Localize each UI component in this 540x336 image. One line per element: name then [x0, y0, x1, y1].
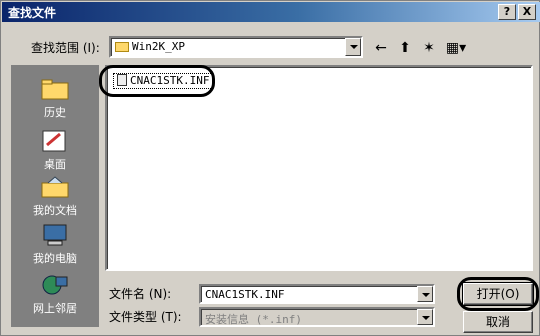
place-label: 网上邻居 [33, 302, 77, 315]
highlight-circle-file [99, 65, 215, 97]
look-in-combobox[interactable]: Win2K_XP [109, 36, 363, 58]
filename-combobox[interactable]: CNAC1STK.INF [199, 284, 435, 304]
open-file-dialog: 查找文件 ? X 查找范围 (I): Win2K_XP ← ⬆ ✶ ▦▾ 历史 … [0, 0, 540, 336]
new-folder-icon[interactable]: ✶ [419, 39, 439, 57]
up-folder-icon[interactable]: ⬆ [395, 39, 415, 57]
place-label: 我的电脑 [33, 252, 77, 265]
filetype-dropdown-arrow[interactable] [417, 309, 433, 325]
filetype-value: 安装信息 (*.inf) [205, 313, 302, 326]
look-in-label: 查找范围 (I): [31, 41, 100, 55]
highlight-circle-open [457, 277, 539, 311]
look-in-value: Win2K_XP [132, 40, 185, 53]
my-documents-icon [40, 175, 70, 199]
folder-icon [115, 42, 129, 52]
place-label: 历史 [44, 106, 66, 119]
my-computer-icon [40, 223, 70, 247]
places-bar: 历史 桌面 我的文档 我的电脑 网上邻居 [11, 65, 99, 327]
place-label: 桌面 [44, 158, 66, 171]
filename-value: CNAC1STK.INF [205, 288, 285, 301]
desktop-icon [40, 129, 70, 153]
close-button[interactable]: X [518, 4, 536, 20]
history-icon [40, 77, 70, 101]
place-network[interactable]: 网上邻居 [11, 273, 99, 329]
filetype-combobox[interactable]: 安装信息 (*.inf) [199, 307, 435, 327]
back-icon[interactable]: ← [371, 39, 391, 57]
title-bar: 查找文件 ? X [2, 2, 540, 22]
network-icon [40, 273, 70, 297]
place-history[interactable]: 历史 [11, 77, 99, 133]
dialog-title: 查找文件 [8, 6, 57, 20]
filename-label: 文件名 (N): [109, 287, 172, 301]
views-menu-icon[interactable]: ▦▾ [443, 39, 469, 57]
cancel-button[interactable]: 取消 [463, 311, 533, 333]
place-label: 我的文档 [33, 204, 77, 217]
filename-dropdown-arrow[interactable] [417, 286, 433, 302]
place-my-computer[interactable]: 我的电脑 [11, 223, 99, 279]
look-in-dropdown-arrow[interactable] [345, 38, 361, 56]
filetype-label: 文件类型 (T): [109, 310, 182, 324]
help-button[interactable]: ? [498, 4, 516, 20]
